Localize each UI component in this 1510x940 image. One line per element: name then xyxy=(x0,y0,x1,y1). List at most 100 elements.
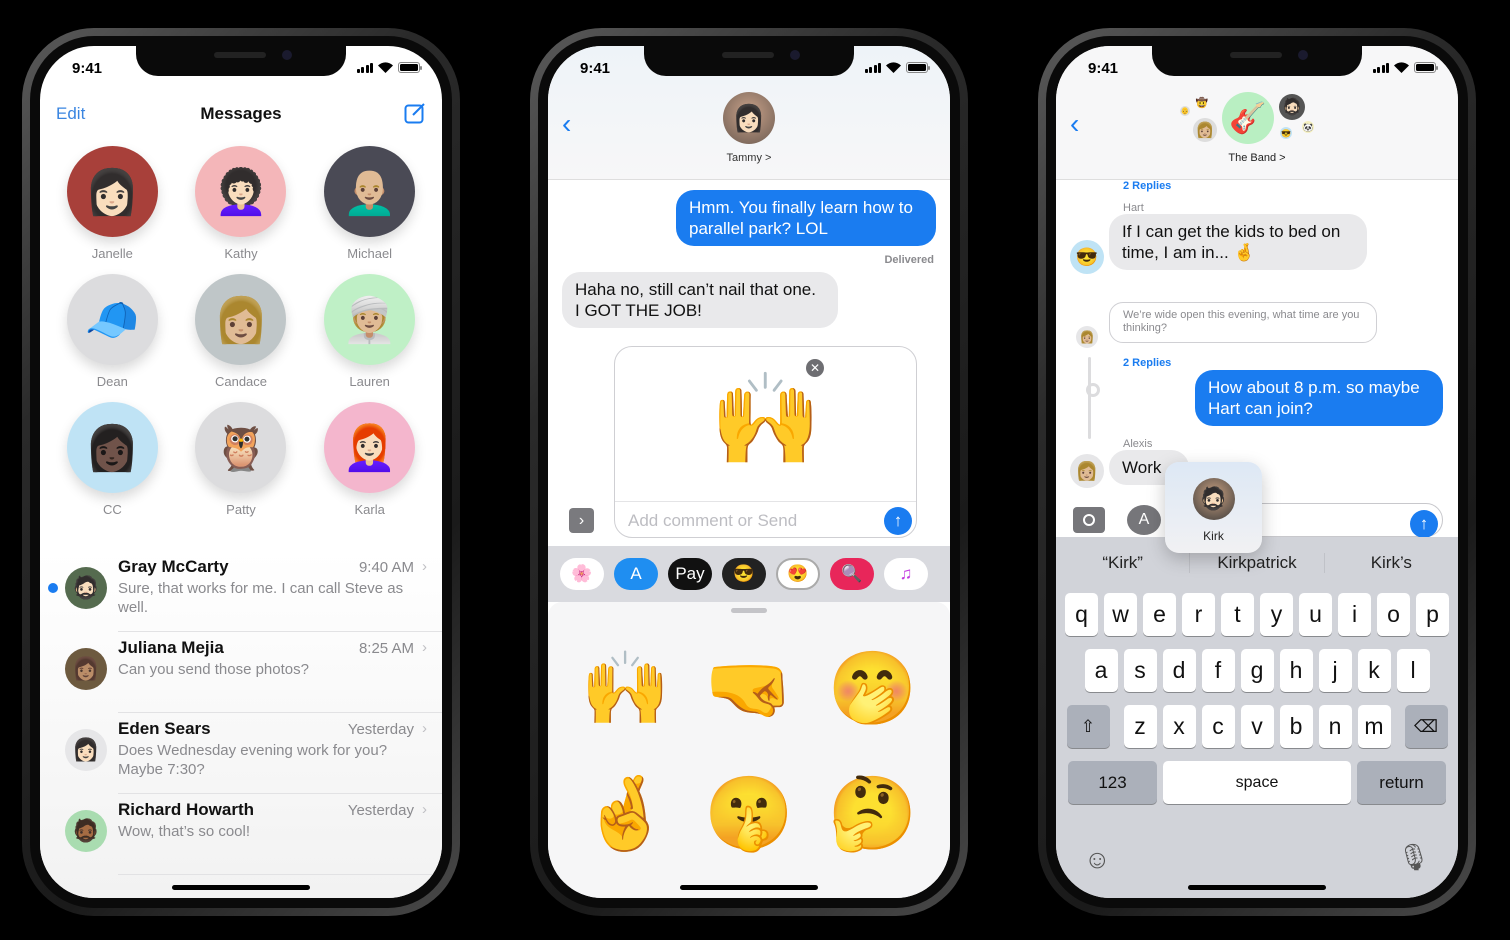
message-bubble-incoming[interactable]: If I can get the kids to bed on time, I … xyxy=(1109,214,1367,270)
key-x[interactable]: x xyxy=(1162,705,1196,748)
key-m[interactable]: m xyxy=(1357,705,1391,748)
memoji-sticker[interactable]: 🤭 xyxy=(811,642,934,737)
message-bubble-outgoing[interactable]: Hmm. You finally learn how to parallel p… xyxy=(676,190,936,246)
contact-avatar[interactable]: 👩🏻 xyxy=(723,92,775,144)
avatar: 👩🏿 xyxy=(66,402,158,493)
key-k[interactable]: k xyxy=(1357,649,1391,692)
message-bubble-incoming[interactable]: Haha no, still can’t nail that one. I GO… xyxy=(562,272,838,328)
key-d[interactable]: d xyxy=(1162,649,1196,692)
drawer-handle[interactable] xyxy=(731,608,767,613)
memoji-sticker[interactable]: 🤔 xyxy=(811,767,934,862)
avatar: 🧢 xyxy=(66,274,158,365)
key-q[interactable]: q xyxy=(1065,593,1098,636)
key-g[interactable]: g xyxy=(1240,649,1274,692)
contact-name: Patty xyxy=(226,502,256,517)
photos-app-icon[interactable]: 🌸 xyxy=(560,558,604,590)
pinned-contact[interactable]: 👩🏻‍🦰 Karla xyxy=(305,402,434,518)
mention-avatar: 🧔🏻 xyxy=(1192,478,1235,520)
send-button[interactable]: ↑ xyxy=(884,507,912,535)
key-row: asdfghjkl xyxy=(1059,649,1455,692)
compose-icon[interactable] xyxy=(404,102,426,124)
group-avatar[interactable]: 🎸 xyxy=(1222,92,1274,144)
delete-key[interactable]: ⌫ xyxy=(1404,705,1448,748)
key-v[interactable]: v xyxy=(1240,705,1274,748)
emoji-icon[interactable]: ☺ xyxy=(1084,844,1111,875)
thread-line xyxy=(1086,383,1100,397)
key-i[interactable]: i xyxy=(1338,593,1371,636)
key-w[interactable]: w xyxy=(1104,593,1137,636)
comment-input[interactable]: Add comment or Send xyxy=(628,511,797,531)
pinned-contact[interactable]: 👨🏼‍🦲 Michael xyxy=(305,146,434,262)
key-z[interactable]: z xyxy=(1123,705,1157,748)
suggestion[interactable]: Kirk’s xyxy=(1325,553,1458,573)
memoji-sticker[interactable]: 🤞 xyxy=(564,767,687,862)
pinned-contact[interactable]: 👩🏼 Candace xyxy=(177,274,306,390)
member-avatar: 😎 xyxy=(1280,127,1292,139)
sender-name: Alexis xyxy=(1123,438,1153,450)
microphone-icon[interactable]: 🎙 xyxy=(1397,842,1430,873)
key-h[interactable]: h xyxy=(1279,649,1313,692)
conversation-row[interactable]: 🧔🏻 Gray McCarty 9:40 AM › Sure, that works f… xyxy=(40,551,442,632)
back-icon[interactable]: ‹ xyxy=(1070,108,1079,140)
memoji-app-icon[interactable]: 😎 xyxy=(722,558,766,590)
memoji-sticker[interactable]: 🤜 xyxy=(687,642,810,737)
group-name[interactable]: The Band > xyxy=(1056,152,1458,164)
memoji-stickers-app-icon[interactable]: 😍 xyxy=(776,558,820,590)
key-s[interactable]: s xyxy=(1123,649,1157,692)
back-icon[interactable]: ‹ xyxy=(562,108,571,140)
suggestion[interactable]: “Kirk” xyxy=(1056,553,1191,573)
key-f[interactable]: f xyxy=(1201,649,1235,692)
replies-link[interactable]: 2 Replies xyxy=(1123,357,1171,369)
numbers-key[interactable]: 123 xyxy=(1068,761,1157,804)
pinned-contact[interactable]: 👩🏻 Janelle xyxy=(48,146,177,262)
key-u[interactable]: u xyxy=(1299,593,1332,636)
key-o[interactable]: o xyxy=(1377,593,1410,636)
remove-attachment-icon[interactable]: ✕ xyxy=(806,359,824,377)
member-avatar: 👴 xyxy=(1180,106,1190,116)
key-r[interactable]: r xyxy=(1182,593,1215,636)
pinned-contact[interactable]: 🧢 Dean xyxy=(48,274,177,390)
suggestion[interactable]: Kirkpatrick xyxy=(1190,553,1325,573)
app-store-icon[interactable]: A xyxy=(1127,505,1161,535)
screen: ‹ 👴 🤠 👩🏼 🎸 🧔🏻 😎 🐼 The Band > 9:41 2 Repl… xyxy=(1056,46,1458,898)
pinned-contact[interactable]: 🦉 Patty xyxy=(177,402,306,518)
quoted-message[interactable]: We’re wide open this evening, what time … xyxy=(1109,302,1377,343)
member-avatar: 👩🏼 xyxy=(1193,118,1217,142)
app-store-app-icon[interactable]: A xyxy=(614,558,658,590)
expand-apps-icon[interactable]: › xyxy=(569,508,594,533)
images-search-app-icon[interactable]: 🔍 xyxy=(830,558,874,590)
key-c[interactable]: c xyxy=(1201,705,1235,748)
mention-suggestion[interactable]: 🧔🏻 Kirk xyxy=(1165,462,1262,553)
camera-icon[interactable] xyxy=(1073,507,1105,533)
key-n[interactable]: n xyxy=(1318,705,1352,748)
pinned-contact[interactable]: 👩🏿 CC xyxy=(48,402,177,518)
space-key[interactable]: space xyxy=(1163,761,1351,804)
apple-pay-app-icon[interactable]: Pay xyxy=(668,558,712,590)
send-button[interactable]: ↑ xyxy=(1410,510,1438,538)
pinned-contact[interactable]: 👳🏼‍♀️ Lauren xyxy=(305,274,434,390)
contact-name: CC xyxy=(102,502,122,517)
key-b[interactable]: b xyxy=(1279,705,1313,748)
key-t[interactable]: t xyxy=(1221,593,1254,636)
avatar: 👩🏻 xyxy=(65,729,107,771)
music-app-icon[interactable]: ♫ xyxy=(884,558,928,590)
key-l[interactable]: l xyxy=(1396,649,1430,692)
shift-key[interactable]: ⇧ xyxy=(1066,705,1110,748)
return-key[interactable]: return xyxy=(1357,761,1446,804)
key-a[interactable]: a xyxy=(1084,649,1118,692)
sender-avatar: 😎 xyxy=(1070,240,1104,274)
memoji-sticker[interactable]: 🙌 xyxy=(564,642,687,737)
conversation-row[interactable]: 👩🏻 Eden Sears Yesterday › Does Wednesday eve… xyxy=(40,713,442,794)
key-p[interactable]: p xyxy=(1416,593,1449,636)
message-bubble-outgoing[interactable]: How about 8 p.m. so maybe Hart can join? xyxy=(1195,370,1443,426)
conversation-row[interactable]: 👩🏽 Juliana Mejia 8:25 AM › Can you send thos… xyxy=(40,632,442,713)
memoji-sticker[interactable]: 🤫 xyxy=(687,767,810,862)
key-e[interactable]: e xyxy=(1143,593,1176,636)
conversation-row[interactable]: 🧔🏾 Richard Howarth Yesterday › Wow, that’s s… xyxy=(40,794,442,875)
draft-sticker: 🙌 xyxy=(709,370,822,470)
pinned-contact[interactable]: 👩🏻‍🦱 Kathy xyxy=(177,146,306,262)
key-y[interactable]: y xyxy=(1260,593,1293,636)
replies-link[interactable]: 2 Replies xyxy=(1123,180,1171,192)
key-j[interactable]: j xyxy=(1318,649,1352,692)
contact-name[interactable]: Tammy > xyxy=(548,152,950,164)
